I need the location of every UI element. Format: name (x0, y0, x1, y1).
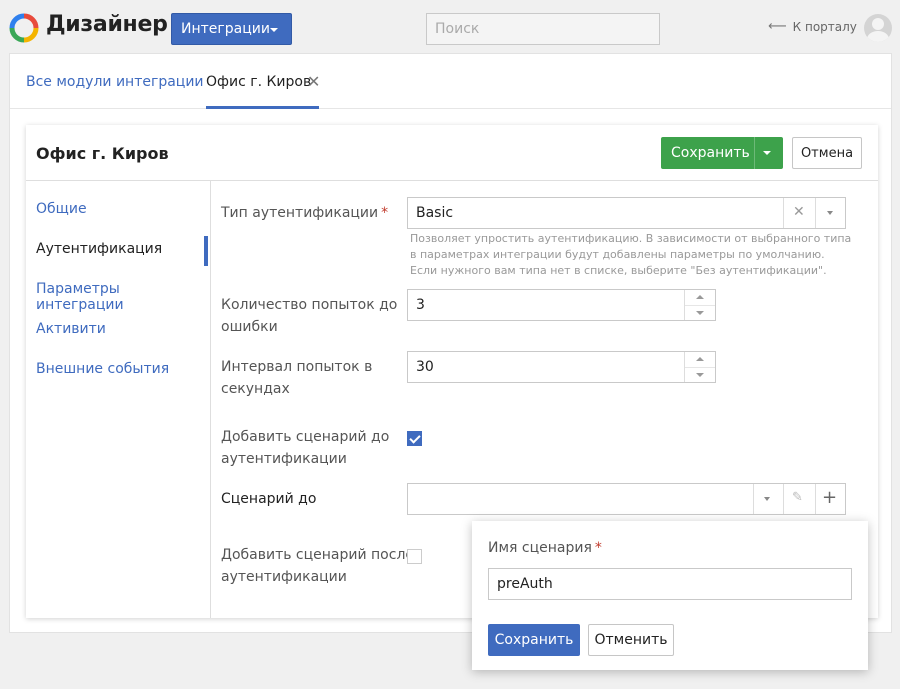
script-name-label-text: Имя сценария (488, 540, 592, 556)
tab-current-module[interactable]: Офис г. Киров ✕ (206, 72, 320, 91)
select-separator (815, 484, 816, 514)
label-line: секундах (221, 381, 290, 397)
popup-cancel-button[interactable]: Отменить (588, 624, 674, 656)
cancel-button[interactable]: Отмена (792, 137, 862, 169)
active-tab-indicator (206, 106, 319, 109)
section-sidebar: Общие Аутентификация Параметры интеграци… (26, 181, 211, 618)
sidebar-item-general[interactable]: Общие (36, 201, 87, 217)
chevron-down-icon[interactable] (764, 497, 770, 501)
sidebar-active-indicator (204, 236, 208, 266)
pre-script-label: Сценарий до (221, 491, 317, 507)
auth-type-hint: Позволяет упростить аутентификацию. В за… (410, 231, 860, 279)
stepper-arrows[interactable] (684, 290, 715, 320)
pre-script-select[interactable]: ✎ + (407, 483, 846, 515)
avatar-body-shape (867, 31, 889, 42)
pre-script-checkbox[interactable] (407, 431, 422, 446)
top-bar: Дизайнер Интеграции ⟵ К порталу (0, 0, 900, 56)
integrations-menu-button[interactable]: Интеграции (171, 13, 292, 45)
sidebar-item-activities[interactable]: Активити (36, 321, 106, 337)
attempts-stepper[interactable]: 3 (407, 289, 716, 321)
sidebar-item-authentication[interactable]: Аутентификация (36, 241, 162, 257)
label-line: Интервал попыток в (221, 359, 373, 375)
page-title: Офис г. Киров (36, 144, 169, 163)
sidebar-item-external-events[interactable]: Внешние события (36, 361, 169, 377)
brand-title: Дизайнер (46, 12, 168, 37)
auth-type-select[interactable]: Basic ✕ (407, 197, 846, 229)
tab-all-modules[interactable]: Все модули интеграции (26, 74, 204, 90)
chevron-down-icon[interactable] (696, 311, 704, 315)
auth-type-value: Basic (416, 205, 454, 221)
sidebar-item-integration-params[interactable]: Параметры интеграции (36, 281, 210, 313)
tab-bar: Все модули интеграции Офис г. Киров ✕ (10, 54, 891, 109)
hint-line: в параметрах интеграции будут добавлены … (410, 248, 825, 261)
chevron-down-icon[interactable] (827, 211, 833, 215)
select-separator (783, 198, 784, 228)
save-button[interactable]: Сохранить (661, 137, 783, 169)
interval-stepper[interactable]: 30 (407, 351, 716, 383)
chevron-down-icon (270, 28, 278, 32)
search-input[interactable] (426, 13, 660, 45)
integrations-menu-label: Интеграции (181, 21, 270, 37)
hint-line: Позволяет упростить аутентификацию. В за… (410, 232, 852, 245)
save-button-label: Сохранить (671, 145, 750, 161)
chevron-up-icon[interactable] (696, 357, 704, 361)
label-line: ошибки (221, 319, 278, 335)
script-name-input[interactable] (488, 568, 852, 600)
clear-icon[interactable]: ✕ (793, 204, 805, 220)
auth-type-label-text: Тип аутентификации (221, 205, 379, 221)
required-mark: * (594, 540, 602, 556)
back-to-portal-link[interactable]: ⟵ К порталу (768, 19, 857, 34)
user-avatar[interactable] (864, 14, 892, 42)
label-line: аутентификации (221, 569, 347, 585)
script-name-label: Имя сценария * (488, 540, 602, 556)
select-separator (783, 484, 784, 514)
avatar-head-shape (872, 18, 884, 30)
arrow-left-icon: ⟵ (768, 19, 787, 34)
select-separator (815, 198, 816, 228)
label-line: Добавить сценарий после (221, 547, 415, 563)
new-script-popup: Имя сценария* Сохранить Отменить (472, 521, 868, 670)
attempts-label: Количество попыток до ошибки (221, 294, 397, 338)
close-icon[interactable]: ✕ (307, 72, 320, 91)
auth-type-label: Тип аутентификации * (221, 202, 388, 224)
tab-current-label: Офис г. Киров (206, 74, 312, 90)
label-line: Добавить сценарий до (221, 429, 390, 445)
select-separator (753, 484, 754, 514)
attempts-value: 3 (416, 297, 425, 313)
split-divider (754, 137, 755, 169)
post-script-toggle-label: Добавить сценарий после аутентификации (221, 544, 414, 588)
plus-icon[interactable]: + (822, 487, 837, 508)
post-script-checkbox[interactable] (407, 549, 422, 564)
label-line: Количество попыток до (221, 297, 398, 313)
stepper-divider (685, 305, 715, 306)
stepper-divider (685, 367, 715, 368)
stepper-arrows[interactable] (684, 352, 715, 382)
required-mark: * (381, 205, 389, 221)
pre-script-toggle-label: Добавить сценарий до аутентификации (221, 426, 389, 470)
chevron-up-icon[interactable] (696, 295, 704, 299)
pencil-icon[interactable]: ✎ (792, 490, 803, 505)
chevron-down-icon[interactable] (763, 151, 771, 155)
chevron-down-icon[interactable] (696, 373, 704, 377)
brand-logo-icon (9, 13, 39, 43)
back-to-portal-label: К порталу (792, 19, 857, 34)
interval-label: Интервал попыток в секундах (221, 356, 372, 400)
popup-save-button[interactable]: Сохранить (488, 624, 580, 656)
interval-value: 30 (416, 359, 434, 375)
hint-line: Если нужного вам типа нет в списке, выбе… (410, 264, 827, 277)
label-line: аутентификации (221, 451, 347, 467)
